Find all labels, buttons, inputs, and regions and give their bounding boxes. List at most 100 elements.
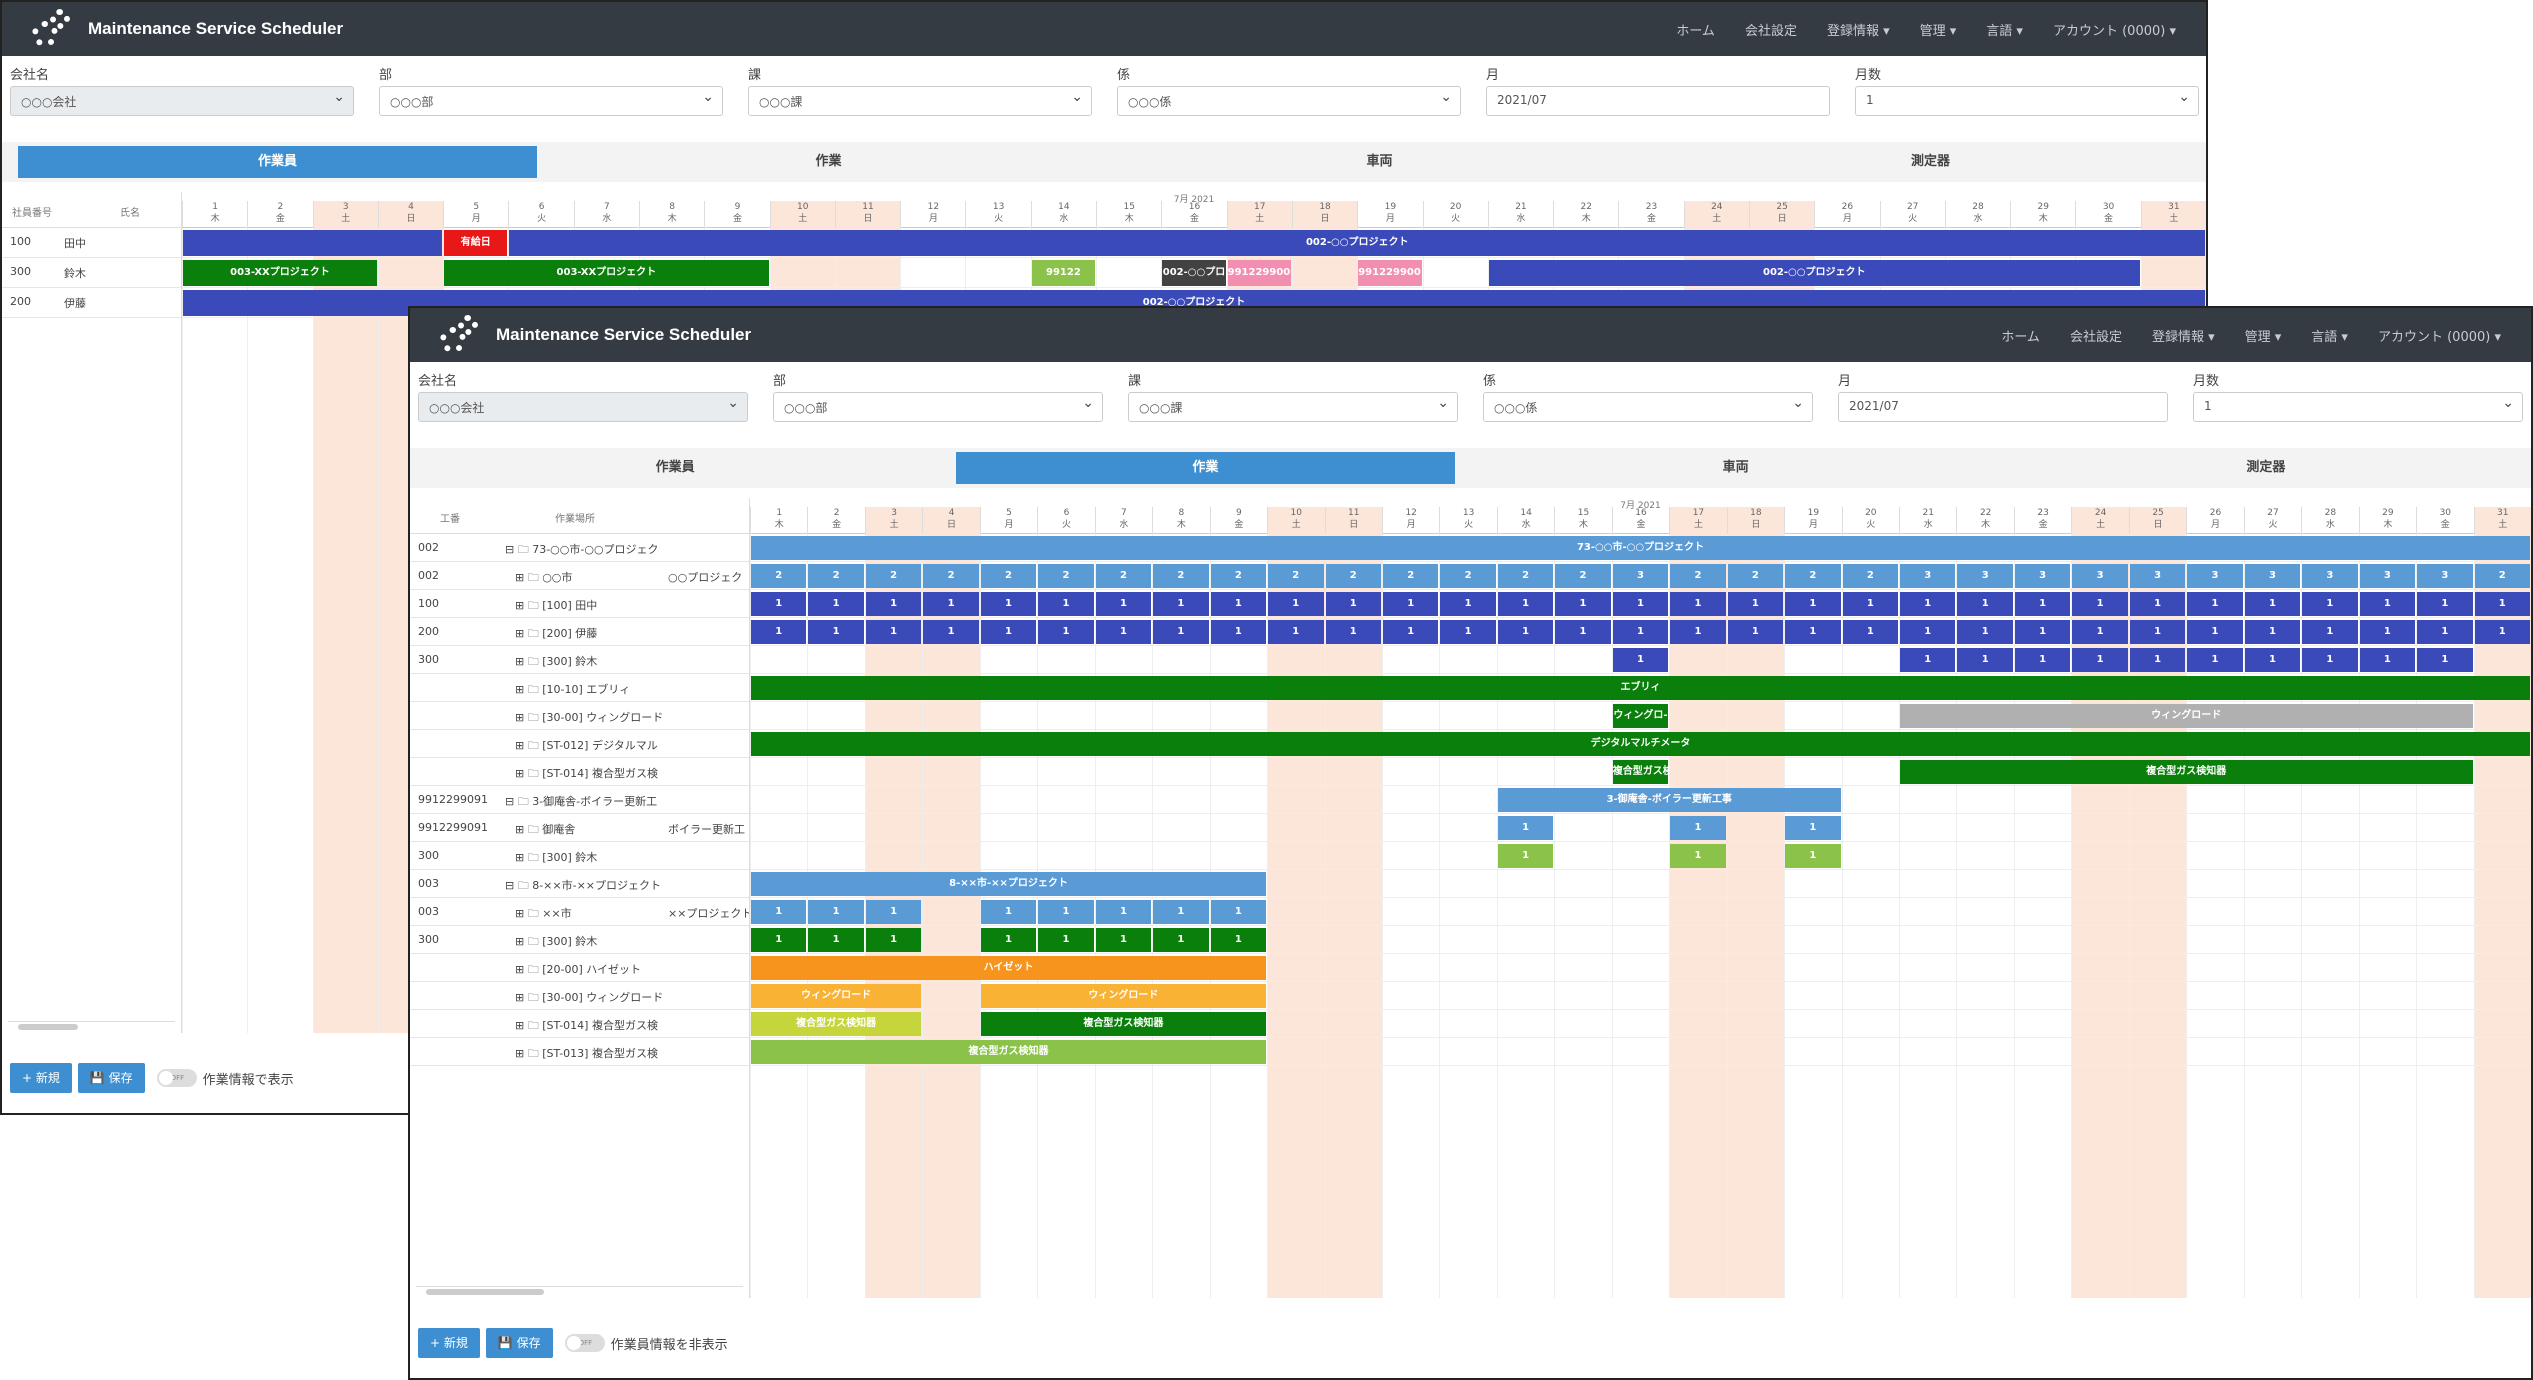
count-cell[interactable]: 1 bbox=[1785, 620, 1841, 644]
count-cell[interactable]: 1 bbox=[2417, 648, 2473, 672]
count-cell[interactable]: 1 bbox=[2244, 620, 2301, 644]
save-button[interactable]: 💾 保存 bbox=[77, 1063, 145, 1093]
tree-row[interactable]: 002 ⊟ 🗀 73-○○市-○○プロジェク bbox=[410, 534, 749, 562]
save-button[interactable]: 💾 保存 bbox=[485, 1328, 553, 1358]
nav-home[interactable]: ホーム bbox=[1676, 20, 1715, 39]
count-cell[interactable]: 2 bbox=[1325, 564, 1381, 588]
count-cell[interactable]: 1 bbox=[2302, 592, 2358, 616]
count-cell[interactable]: 2 bbox=[1095, 564, 1152, 588]
count-cell[interactable]: 1 bbox=[1497, 844, 1554, 868]
tree-row[interactable]: ⊞ 🗀 [ST-014] 複合型ガス検 bbox=[410, 1010, 749, 1038]
count-cell[interactable]: 1 bbox=[1785, 816, 1841, 840]
unit-select[interactable]: ○○○係 bbox=[1117, 86, 1461, 116]
tab-vehicles[interactable]: 車両 bbox=[1120, 146, 1639, 178]
schedule-bar[interactable]: 002-○○プロジェクト bbox=[1488, 260, 2140, 286]
count-cell[interactable]: 2 bbox=[1785, 564, 1841, 588]
count-cell[interactable]: 1 bbox=[808, 900, 864, 924]
schedule-bar[interactable]: 003-XXプロジェクト bbox=[183, 260, 377, 286]
count-cell[interactable]: 2 bbox=[1038, 564, 1094, 588]
schedule-bar[interactable]: 9912299001- bbox=[1227, 260, 1291, 286]
section-select[interactable]: ○○○課 bbox=[1128, 392, 1458, 422]
count-cell[interactable]: 2 bbox=[1440, 564, 1496, 588]
tree-row[interactable]: 002 ⊞ 🗀 ○○市 ○○プロジェク bbox=[410, 562, 749, 590]
count-cell[interactable]: 3 bbox=[2302, 564, 2358, 588]
display-toggle[interactable]: OFF bbox=[564, 1334, 605, 1352]
nav-company-settings[interactable]: 会社設定 bbox=[1745, 20, 1797, 39]
count-cell[interactable]: 2 bbox=[923, 564, 979, 588]
count-cell[interactable]: 1 bbox=[1038, 620, 1094, 644]
count-cell[interactable]: 3 bbox=[2014, 564, 2071, 588]
tree-row[interactable]: ⊞ 🗀 [ST-012] デジタルマル bbox=[410, 730, 749, 758]
count-cell[interactable]: 3 bbox=[2359, 564, 2416, 588]
count-cell[interactable]: 1 bbox=[1555, 592, 1611, 616]
schedule-bar[interactable]: 002-○○プロジェクト bbox=[509, 230, 2205, 256]
count-cell[interactable]: 2 bbox=[2474, 564, 2530, 588]
count-cell[interactable]: 3 bbox=[2417, 564, 2473, 588]
count-cell[interactable]: 1 bbox=[2244, 648, 2301, 672]
count-cell[interactable]: 1 bbox=[980, 900, 1037, 924]
schedule-bar[interactable]: 9912299001- bbox=[1358, 260, 1422, 286]
count-cell[interactable]: 1 bbox=[2129, 648, 2186, 672]
count-cell[interactable]: 2 bbox=[1497, 564, 1554, 588]
count-cell[interactable]: 1 bbox=[980, 928, 1037, 952]
nav-language[interactable]: 言語 ▾ bbox=[2311, 326, 2348, 345]
count-cell[interactable]: 1 bbox=[1785, 844, 1841, 868]
tree-row[interactable]: ⊞ 🗀 [ST-013] 複合型ガス検 bbox=[410, 1038, 749, 1066]
count-cell[interactable]: 1 bbox=[1440, 620, 1496, 644]
count-cell[interactable]: 1 bbox=[1095, 592, 1152, 616]
count-cell[interactable]: 1 bbox=[1440, 592, 1496, 616]
count-cell[interactable]: 1 bbox=[2359, 592, 2416, 616]
tree-row[interactable]: 300 ⊞ 🗀 [300] 鈴木 bbox=[410, 926, 749, 954]
nav-language[interactable]: 言語 ▾ bbox=[1986, 20, 2023, 39]
count-cell[interactable]: 1 bbox=[1325, 592, 1381, 616]
count-cell[interactable]: 3 bbox=[2187, 564, 2243, 588]
schedule-bar[interactable]: 複合型ガス検 bbox=[1612, 760, 1669, 784]
nav-account[interactable]: アカウント (0000) ▾ bbox=[2053, 20, 2176, 39]
schedule-bar[interactable]: ウィングロード bbox=[1900, 704, 2473, 728]
count-cell[interactable]: 1 bbox=[1153, 900, 1209, 924]
count-cell[interactable]: 3 bbox=[1900, 564, 1956, 588]
tree-row[interactable]: 003 ⊟ 🗀 8-××市-××プロジェクト bbox=[410, 870, 749, 898]
count-cell[interactable]: 1 bbox=[1210, 900, 1267, 924]
count-cell[interactable]: 1 bbox=[1038, 592, 1094, 616]
count-cell[interactable]: 1 bbox=[2072, 592, 2128, 616]
horizontal-scrollbar[interactable] bbox=[8, 1021, 175, 1031]
count-cell[interactable]: 1 bbox=[1900, 592, 1956, 616]
count-cell[interactable]: 1 bbox=[1900, 648, 1956, 672]
count-cell[interactable]: 1 bbox=[1612, 620, 1669, 644]
count-cell[interactable]: 1 bbox=[2187, 592, 2243, 616]
count-cell[interactable]: 1 bbox=[1095, 620, 1152, 644]
tab-vehicles[interactable]: 車両 bbox=[1487, 452, 1985, 484]
tree-row[interactable]: ⊞ 🗀 [20-00] ハイゼット bbox=[410, 954, 749, 982]
schedule-bar[interactable]: 複合型ガス検知器 bbox=[1900, 760, 2473, 784]
tab-instruments[interactable]: 測定器 bbox=[1671, 146, 2190, 178]
tree-row[interactable]: 9912299091 ⊞ 🗀 御庵舎 ボイラー更新工 bbox=[410, 814, 749, 842]
count-cell[interactable]: 1 bbox=[1900, 620, 1956, 644]
schedule-bar[interactable]: ウィングロード bbox=[751, 984, 922, 1008]
schedule-bar[interactable]: 99122 bbox=[1031, 260, 1096, 286]
count-cell[interactable]: 1 bbox=[808, 592, 864, 616]
tree-row[interactable]: 200 伊藤 bbox=[2, 288, 181, 318]
count-cell[interactable]: 1 bbox=[2129, 620, 2186, 644]
company-select[interactable]: ○○○会社 bbox=[10, 86, 354, 116]
display-toggle[interactable]: OFF bbox=[156, 1069, 197, 1087]
count-cell[interactable]: 1 bbox=[1727, 620, 1784, 644]
count-cell[interactable]: 2 bbox=[1670, 564, 1726, 588]
tab-instruments[interactable]: 測定器 bbox=[2017, 452, 2515, 484]
nav-registration[interactable]: 登録情報 ▾ bbox=[1827, 20, 1890, 39]
tree-row[interactable]: 300 ⊞ 🗀 [300] 鈴木 bbox=[410, 842, 749, 870]
count-cell[interactable]: 1 bbox=[808, 620, 864, 644]
count-cell[interactable]: 1 bbox=[1727, 592, 1784, 616]
count-cell[interactable]: 1 bbox=[1153, 928, 1209, 952]
count-cell[interactable]: 1 bbox=[1382, 620, 1439, 644]
unit-select[interactable]: ○○○係 bbox=[1483, 392, 1813, 422]
count-cell[interactable]: 1 bbox=[751, 900, 807, 924]
tree-row[interactable]: ⊞ 🗀 [30-00] ウィングロード bbox=[410, 702, 749, 730]
count-cell[interactable]: 2 bbox=[1842, 564, 1899, 588]
count-cell[interactable]: 1 bbox=[1210, 592, 1267, 616]
count-cell[interactable]: 1 bbox=[2187, 648, 2243, 672]
count-cell[interactable]: 3 bbox=[1612, 564, 1669, 588]
schedule-bar[interactable]: 002-○○プロ bbox=[1162, 260, 1226, 286]
schedule-bar[interactable]: ウィングロード bbox=[980, 984, 1267, 1008]
count-cell[interactable]: 2 bbox=[1153, 564, 1209, 588]
